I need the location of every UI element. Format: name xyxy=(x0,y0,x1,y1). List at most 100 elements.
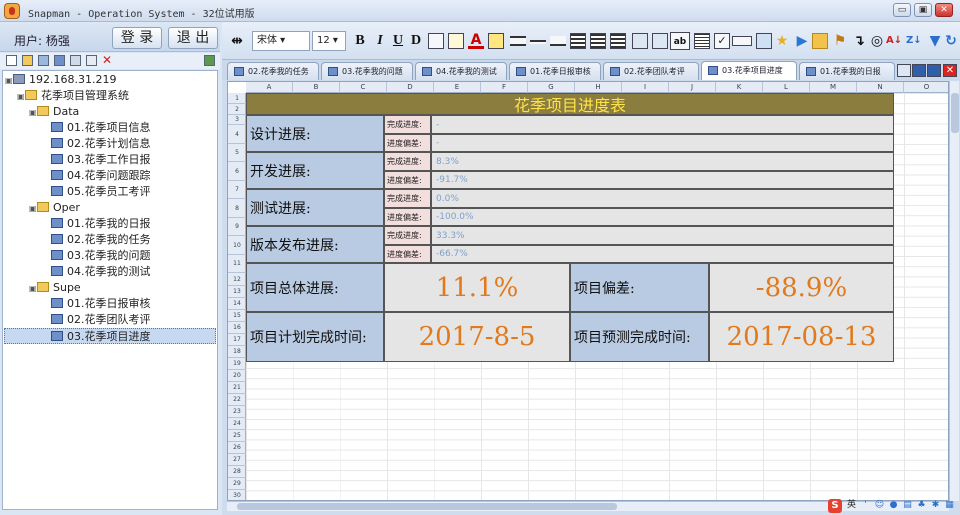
text-box-button[interactable]: ab xyxy=(670,32,690,50)
tree-item[interactable]: 03.花季工作日报 xyxy=(51,152,151,168)
collapse-icon[interactable]: ▣ xyxy=(17,89,25,105)
underline-button[interactable]: U xyxy=(390,32,406,50)
tab-my-tasks[interactable]: 02.花季我的任务 xyxy=(227,62,319,80)
design-deviation-value[interactable]: - xyxy=(431,134,894,152)
deviation-label[interactable]: 进度偏差: xyxy=(384,134,431,152)
deviation-label[interactable]: 进度偏差: xyxy=(384,245,431,263)
tree-group-supe[interactable]: ▣ Supe xyxy=(29,280,81,296)
deviation-label[interactable]: 进度偏差: xyxy=(384,171,431,189)
column-header[interactable]: K xyxy=(716,82,763,93)
collapse-icon[interactable]: ▣ xyxy=(29,201,37,217)
split-cells-icon[interactable] xyxy=(652,33,668,49)
tab-my-issues[interactable]: 03.花季我的问题 xyxy=(321,62,413,80)
link-icon[interactable] xyxy=(54,55,65,66)
row-header[interactable]: 21 xyxy=(228,382,246,394)
testing-progress-label[interactable]: 测试进展: xyxy=(246,189,384,226)
image-icon[interactable] xyxy=(756,33,772,49)
list-icon[interactable] xyxy=(694,33,710,49)
release-deviation-value[interactable]: -66.7% xyxy=(431,245,894,263)
column-header[interactable]: I xyxy=(622,82,669,93)
column-header[interactable]: F xyxy=(481,82,528,93)
release-progress-label[interactable]: 版本发布进展: xyxy=(246,226,384,263)
login-button[interactable]: 登 录 xyxy=(112,27,162,49)
close-tab-icon[interactable]: ✕ xyxy=(943,64,957,77)
tree-item[interactable]: 04.花季我的测试 xyxy=(51,264,151,280)
delete-icon[interactable]: ✕ xyxy=(102,54,113,66)
font-color-button[interactable]: A xyxy=(468,32,484,49)
completion-label[interactable]: 完成进度: xyxy=(384,152,431,171)
tab-my-tests[interactable]: 04.花季我的测试 xyxy=(415,62,507,80)
release-completion-value[interactable]: 33.3% xyxy=(431,226,894,245)
tools-icon[interactable]: ✱ xyxy=(930,500,941,511)
spreadsheet[interactable]: A B C D E F G H I J K L M N O 1 2 3 4 5 … xyxy=(227,81,949,501)
tree-project-node[interactable]: ▣ 花季项目管理系统 xyxy=(17,88,129,104)
row-header[interactable]: 29 xyxy=(228,478,246,490)
input-field-icon[interactable] xyxy=(732,36,752,46)
hide-icon[interactable]: ◎ xyxy=(868,32,886,50)
scroll-thumb[interactable] xyxy=(237,503,617,510)
punctuation-icon[interactable]: ' xyxy=(860,500,871,511)
tree-item[interactable]: 02.花季我的任务 xyxy=(51,232,151,248)
tree-item[interactable]: 02.花季计划信息 xyxy=(51,136,151,152)
column-header[interactable]: M xyxy=(810,82,857,93)
row-header[interactable]: 10 xyxy=(228,236,246,255)
column-header[interactable]: C xyxy=(340,82,387,93)
bookmark-icon[interactable]: ⚑ xyxy=(832,32,848,50)
column-header[interactable]: D xyxy=(387,82,434,93)
row-header[interactable]: 25 xyxy=(228,430,246,442)
close-button[interactable]: ✕ xyxy=(935,3,953,17)
row-header[interactable]: 30 xyxy=(228,490,246,500)
filter-icon[interactable]: ▼ xyxy=(928,32,942,50)
testing-deviation-value[interactable]: -100.0% xyxy=(431,208,894,226)
copy-icon[interactable] xyxy=(38,55,49,66)
paste-icon[interactable] xyxy=(70,55,81,66)
checkbox-icon[interactable]: ✓ xyxy=(714,33,730,49)
italic-button[interactable]: I xyxy=(372,32,388,50)
deviation-label[interactable]: 进度偏差: xyxy=(384,208,431,226)
strikethrough-button[interactable]: D xyxy=(408,32,424,50)
development-progress-label[interactable]: 开发进展: xyxy=(246,152,384,189)
row-header[interactable]: 18 xyxy=(228,346,246,358)
project-deviation-label[interactable]: 项目偏差: xyxy=(570,263,709,312)
row-header[interactable]: 14 xyxy=(228,298,246,310)
logout-button[interactable]: 退 出 xyxy=(168,27,218,49)
row-header[interactable]: 24 xyxy=(228,418,246,430)
row-header[interactable]: 17 xyxy=(228,334,246,346)
sort-ascending-icon[interactable]: A↓ xyxy=(886,32,902,50)
star-icon[interactable]: ★ xyxy=(774,32,790,50)
column-header[interactable]: E xyxy=(434,82,481,93)
column-resize-icon[interactable]: ⇹ xyxy=(228,32,246,50)
tree-group-oper[interactable]: ▣ Oper xyxy=(29,200,80,216)
overall-progress-label[interactable]: 项目总体进展: xyxy=(246,263,384,312)
tab-team-evaluation[interactable]: 02.花季团队考评 xyxy=(603,62,699,80)
sheet-title[interactable]: 花季项目进度表 xyxy=(246,93,894,115)
tree-item[interactable]: 05.花季员工考评 xyxy=(51,184,151,200)
collapse-icon[interactable]: ▣ xyxy=(29,281,37,297)
tree-item[interactable]: 01.花季日报审核 xyxy=(51,296,151,312)
row-header[interactable]: 2 xyxy=(228,104,246,115)
tab-my-daily-report[interactable]: 01.花季我的日报 xyxy=(799,62,895,80)
planned-completion-value[interactable]: 2017-8-5 xyxy=(384,312,570,362)
maximize-button[interactable]: ▣ xyxy=(914,3,932,17)
row-header[interactable]: 19 xyxy=(228,358,246,370)
ime-language[interactable]: 英 xyxy=(846,500,857,511)
font-name-select[interactable]: 宋体 ▾ xyxy=(252,31,310,51)
align-bottom-icon[interactable] xyxy=(550,36,566,46)
row-header[interactable]: 16 xyxy=(228,322,246,334)
development-completion-value[interactable]: 8.3% xyxy=(431,152,894,171)
emoji-icon[interactable]: ☺ xyxy=(874,500,885,511)
row-header[interactable]: 6 xyxy=(228,162,246,181)
microphone-icon[interactable]: ● xyxy=(888,500,899,511)
row-header[interactable]: 8 xyxy=(228,199,246,218)
open-folder-icon[interactable] xyxy=(22,55,33,66)
tab-daily-review[interactable]: 01.花季日报审核 xyxy=(509,62,601,80)
completion-label[interactable]: 完成进度: xyxy=(384,189,431,208)
tree-item[interactable]: 02.花季团队考评 xyxy=(51,312,151,328)
align-right-icon[interactable] xyxy=(610,33,626,49)
font-size-select[interactable]: 12 ▾ xyxy=(312,31,346,51)
new-file-icon[interactable] xyxy=(6,55,17,66)
column-header[interactable]: G xyxy=(528,82,575,93)
tree-group-data[interactable]: ▣ Data xyxy=(29,104,79,120)
row-header[interactable]: 3 xyxy=(228,115,246,125)
row-header[interactable]: 5 xyxy=(228,144,246,162)
